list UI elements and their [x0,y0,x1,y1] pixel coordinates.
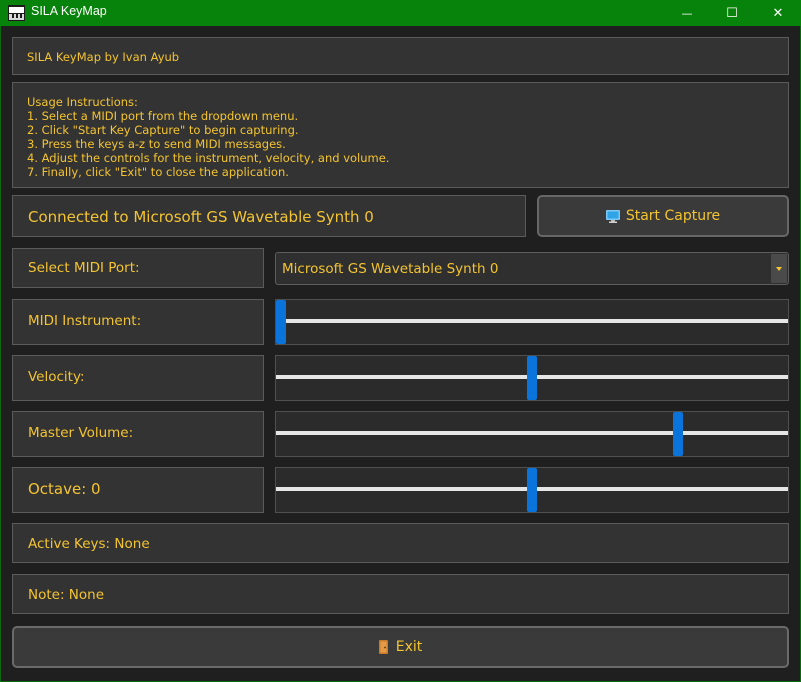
instrument-label-panel: MIDI Instrument: [12,299,264,345]
minimize-button[interactable]: — [664,0,710,26]
app-title: SILA KeyMap by Ivan Ayub [27,50,180,64]
instruction-line: 3. Press the keys a-z to send MIDI messa… [27,137,286,151]
monitor-icon [605,209,620,223]
midi-port-label: Select MIDI Port: [28,260,140,276]
instruction-line: 4. Adjust the controls for the instrumen… [27,151,390,165]
start-capture-label: Start Capture [625,208,721,224]
chevron-down-icon [776,266,782,271]
velocity-label: Velocity: [28,369,85,385]
window-title: SILA KeyMap [31,4,107,18]
connection-status-text: Connected to Microsoft GS Wavetable Synt… [28,208,374,226]
velocity-label-panel: Velocity: [12,355,264,401]
octave-label-panel: Octave: 0 [12,467,264,513]
window-titlebar[interactable]: SILA KeyMap — ☐ ✕ [0,0,801,26]
connection-status: Connected to Microsoft GS Wavetable Synt… [12,195,526,237]
slider-groove [276,319,788,323]
dropdown-arrow-button[interactable] [771,254,787,283]
volume-label-panel: Master Volume: [12,411,264,457]
start-capture-button[interactable]: Start Capture [537,195,789,237]
slider-handle[interactable] [672,412,683,456]
slider-handle[interactable] [276,300,286,344]
instrument-label: MIDI Instrument: [28,313,142,329]
instruction-line: 7. Finally, click "Exit" to close the ap… [27,165,289,179]
midi-port-dropdown[interactable]: Microsoft GS Wavetable Synth 0 [275,252,789,285]
minimize-icon: — [681,6,693,20]
octave-label: Octave: 0 [28,480,101,498]
slider-groove [276,431,788,435]
volume-slider[interactable] [275,411,789,457]
volume-label: Master Volume: [28,425,134,441]
instructions-heading: Usage Instructions: [27,95,138,109]
slider-handle[interactable] [527,468,537,512]
instruction-line: 2. Click "Start Key Capture" to begin ca… [27,123,299,137]
instrument-slider[interactable] [275,299,789,345]
active-keys-text: Active Keys: None [28,536,150,552]
exit-label: Exit [395,639,423,655]
close-button[interactable]: ✕ [755,0,801,26]
note-panel: Note: None [12,574,789,614]
app-title-panel: SILA KeyMap by Ivan Ayub [12,37,789,75]
maximize-button[interactable]: ☐ [709,0,755,26]
instruction-line: 1. Select a MIDI port from the dropdown … [27,109,299,123]
octave-slider[interactable] [275,467,789,513]
velocity-slider[interactable] [275,355,789,401]
app-icon [8,5,25,21]
exit-button[interactable]: Exit [12,626,789,668]
maximize-icon: ☐ [726,5,738,21]
note-text: Note: None [28,587,105,603]
active-keys-panel: Active Keys: None [12,523,789,563]
slider-handle[interactable] [527,356,537,400]
close-icon: ✕ [772,5,784,21]
door-icon [378,640,388,654]
instructions-panel: Usage Instructions: 1. Select a MIDI por… [12,82,789,188]
midi-port-label-panel: Select MIDI Port: [12,248,264,288]
midi-port-selected: Microsoft GS Wavetable Synth 0 [282,261,499,277]
